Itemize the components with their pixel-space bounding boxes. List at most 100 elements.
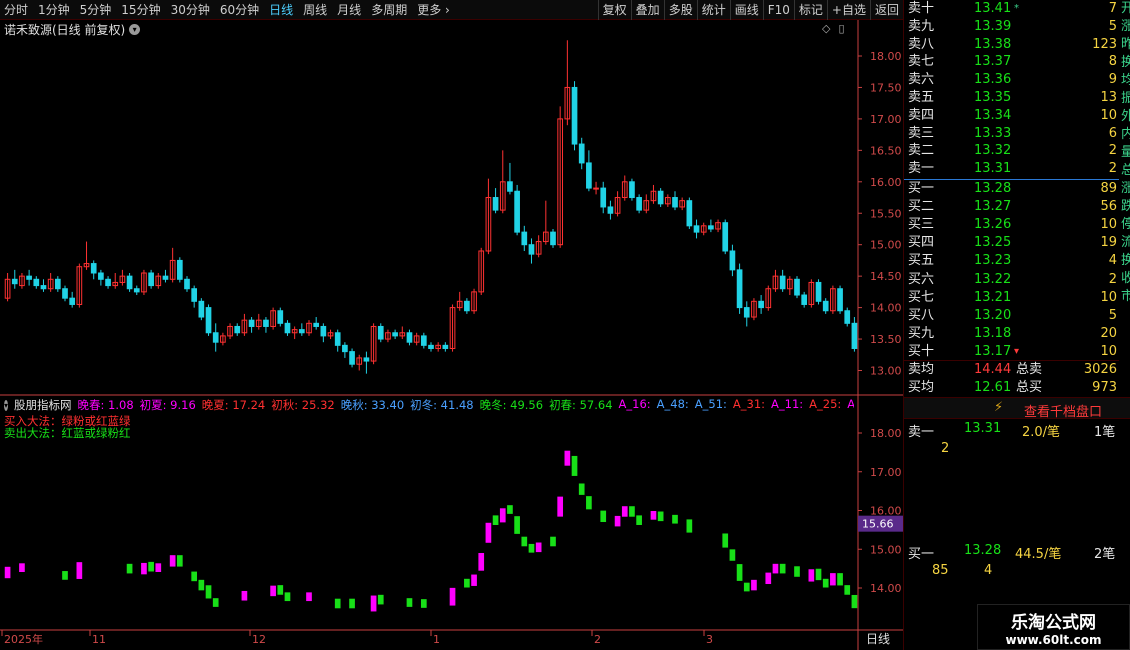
ask-row[interactable]: 卖二 13.32 2: [904, 142, 1119, 160]
candle-body: [514, 190, 520, 233]
ob-volume: 10: [1100, 217, 1117, 233]
ob-label: 买四: [908, 235, 935, 251]
ask-row[interactable]: 卖五 13.35 13: [904, 89, 1119, 107]
candle-body: [844, 310, 851, 324]
candle-body: [629, 181, 635, 199]
ask-row[interactable]: 卖六 13.36 9: [904, 71, 1119, 89]
stock-name: 诺禾致源(日线 前复权): [4, 23, 126, 37]
indicator-bar: [19, 563, 25, 573]
stock-title[interactable]: 诺禾致源(日线 前复权) ▾: [4, 21, 141, 38]
lightning-icon: ⚡: [994, 400, 1004, 415]
ob-volume: 20: [1100, 325, 1117, 341]
queue-sell1-avg: 2.0/笔: [1022, 425, 1061, 440]
diamond-icon[interactable]: ◇: [822, 22, 830, 35]
bid-row[interactable]: 买八 13.20 5: [904, 307, 1119, 325]
indicator-tick-label: 17.00: [870, 466, 902, 479]
indicator-bar: [464, 578, 470, 588]
date-tick-label: 3: [706, 633, 713, 646]
candlestick-chart[interactable]: 18.00 17.50 17.00 16.50 16.00 15.50 15.00 14.50…: [0, 0, 903, 650]
candle-body: [40, 285, 47, 290]
indicator-bar: [499, 508, 506, 523]
ob-volume: 10: [1100, 289, 1117, 305]
chevron-down-icon[interactable]: ▾: [129, 24, 141, 35]
ask-row[interactable]: 卖四 13.34 10: [904, 107, 1119, 125]
ob-price: 13.22: [974, 271, 1012, 287]
candle-body: [521, 231, 528, 246]
candle-body: [428, 344, 434, 349]
candle-body: [822, 300, 829, 312]
ask-row[interactable]: 卖七 13.37 8: [904, 53, 1119, 71]
bid-row[interactable]: 买七 13.21 10: [904, 289, 1119, 307]
bid-row[interactable]: 买六 13.22 2: [904, 271, 1119, 289]
bid-row[interactable]: 买一 13.28 89: [904, 180, 1119, 198]
indicator-param: 晚秋: 33.40: [340, 398, 405, 412]
indicator-name[interactable]: 股朋指标网: [14, 397, 72, 413]
ob-price: 13.34: [974, 107, 1012, 123]
queue-sell1-count: 1笔: [1094, 425, 1116, 440]
candle-body: [578, 143, 585, 164]
ask-row[interactable]: 卖八 13.38 123: [904, 36, 1119, 54]
ob-volume: 10: [1100, 107, 1117, 123]
indicator-bar: [406, 598, 413, 607]
indicator-bar: [507, 505, 513, 514]
indicator-bar: [212, 598, 219, 607]
ob-price: 13.39: [974, 18, 1012, 34]
side-strip-text: 开涨昨换均振外内量总涨跌停流换收市: [1121, 1, 1130, 304]
indicator-bar: [557, 496, 564, 517]
price-tick-label: 15.50: [870, 207, 902, 220]
candle-body: [528, 244, 535, 255]
candle-body: [205, 307, 212, 334]
ask-row[interactable]: 卖九 13.39 5: [904, 18, 1119, 36]
ob-label: 卖一: [908, 161, 935, 177]
ob-price: 13.26: [974, 217, 1012, 233]
ob-price: 13.25: [974, 235, 1012, 251]
indicator-param: A_31:: [732, 397, 766, 411]
ob-volume: 13: [1100, 90, 1117, 105]
bid-row[interactable]: 买三 13.26 10: [904, 216, 1119, 234]
indicator-bar: [284, 592, 291, 602]
ob-price: 13.20: [974, 307, 1012, 323]
ob-volume: 9: [1108, 72, 1117, 88]
ask-row[interactable]: 卖三 13.33 6: [904, 125, 1119, 143]
indicator-bar: [514, 516, 520, 534]
chevron-down-icon[interactable]: ▾: [4, 399, 9, 411]
candle-body: [420, 335, 427, 346]
indicator-bar: [148, 561, 154, 572]
indicator-bar: [485, 522, 492, 543]
bid-row[interactable]: 买九 13.18 20: [904, 325, 1119, 343]
summary-avg: 14.44: [974, 362, 1012, 377]
indicator-params: 晚春: 1.08 初夏: 9.16 晚夏: 17.24 初秋: 25.32 晚秋: 33…: [78, 397, 854, 413]
candle-body: [342, 344, 348, 353]
summary-label: 买均: [908, 380, 935, 395]
scroll-icon[interactable]: ▯: [838, 22, 844, 35]
bid-row[interactable]: 买四 13.25 19: [904, 234, 1119, 252]
ob-volume: 2: [1108, 161, 1117, 177]
candle-body: [758, 300, 764, 309]
indicator-param: 初春: 57.64: [549, 398, 613, 412]
qiandang-button[interactable]: ⚡ 查看千档盘口: [904, 397, 1130, 420]
ask-row[interactable]: 卖十 13.41 * 7: [904, 0, 1119, 18]
candle-body: [11, 278, 18, 285]
indicator-bar: [650, 510, 657, 520]
indicator-bar: [270, 585, 276, 597]
summary-avg: 12.61: [974, 380, 1012, 395]
candle-body: [406, 332, 413, 343]
indicator-header: ▾ 股朋指标网 晚春: 1.08 初夏: 9.16 晚夏: 17.24 初秋: 25.…: [4, 397, 854, 413]
candle-body: [657, 190, 664, 205]
stock-terminal: 分时 1分钟 5分钟 15分钟 30分钟 60分钟 日线 周线 月线 多周期 更…: [0, 0, 1130, 650]
candle-body: [815, 281, 822, 302]
date-tick-label: 2: [594, 633, 601, 646]
price-tick-label: 14.50: [870, 270, 902, 283]
ob-label: 买二: [908, 199, 935, 215]
bid-row[interactable]: 买二 13.27 56: [904, 198, 1119, 216]
indicator-bar: [155, 563, 162, 573]
indicator-bar: [420, 599, 427, 608]
ob-label: 买三: [908, 217, 935, 233]
indicator-bar: [672, 514, 678, 524]
bid-row[interactable]: 买十 13.17 ▾ 10: [904, 343, 1119, 361]
indicator-param: A_51:: [694, 397, 727, 411]
summary-total-label: 总买: [1016, 380, 1043, 395]
candle-body: [298, 329, 305, 334]
ask-row[interactable]: 卖一 13.31 2: [904, 160, 1119, 178]
bid-row[interactable]: 买五 13.23 4: [904, 252, 1119, 270]
